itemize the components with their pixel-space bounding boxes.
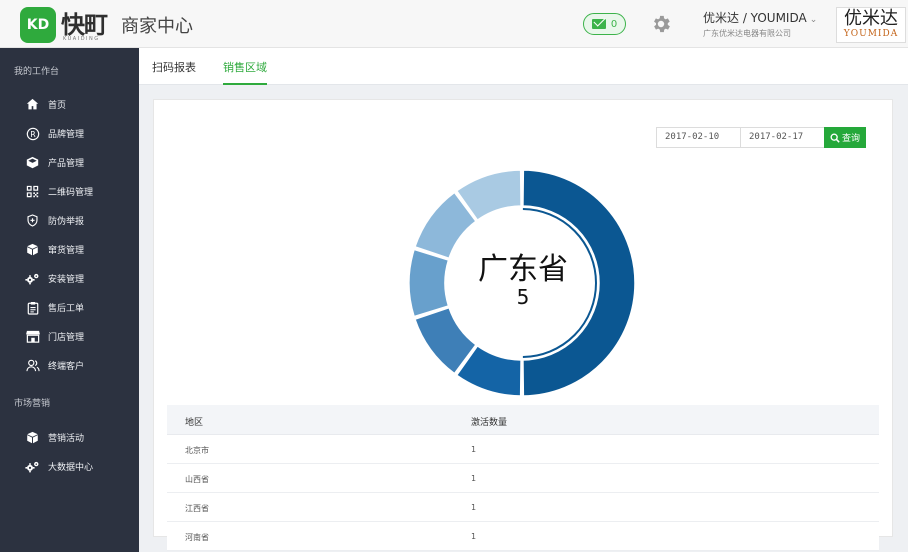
sidebar-item-label: 大数据中心 [48,463,94,473]
sidebar-item-label: 产品管理 [48,159,85,169]
start-date-input[interactable]: 2017-02-10 [656,127,741,148]
query-button[interactable]: 查询 [824,127,866,148]
cube-icon [25,430,40,445]
tab-sales-region[interactable]: 销售区域 [223,59,267,85]
column-header-activations: 激活数量 [471,418,508,428]
cell-activations: 1 [471,445,477,454]
qrcode-icon [25,184,40,199]
sidebar-item-anticounterfeit[interactable]: 防伪举报 [0,207,139,234]
gears-icon [25,459,40,474]
tab-scan-report[interactable]: 扫码报表 [152,59,196,85]
sidebar-item-crossregion[interactable]: 窜货管理 [0,236,139,263]
mail-icon [591,19,606,29]
brand-logo-cn: 优米达 [844,8,898,29]
sidebar-item-label: 防伪举报 [48,217,85,227]
sidebar-item-campaigns[interactable]: 营销活动 [0,424,139,451]
svg-text:R: R [30,129,36,138]
cell-region: 江西省 [185,504,209,513]
sidebar-item-label: 门店管理 [48,333,85,343]
gears-icon [25,271,40,286]
end-date-input[interactable]: 2017-02-17 [740,127,825,148]
app-title: 商家中心 [121,16,193,37]
box-icon [25,155,40,170]
cell-region: 山西省 [185,475,209,484]
sidebar-item-products[interactable]: 产品管理 [0,149,139,176]
table-row: 江西省 1 [167,493,879,522]
table-header: 地区 激活数量 [167,405,879,435]
query-label: 查询 [841,134,860,144]
user-menu[interactable]: 优米达 / YOUMIDA ⌄ [703,9,817,26]
brand-logo-en: YOUMIDA [843,29,899,39]
logo-mark[interactable]: KD [20,7,56,43]
sidebar: 我的工作台 首页 R 品牌管理 产品管理 二维码管理 防伪举报 窜货管理 安装管… [0,48,139,552]
sidebar-item-label: 安装管理 [48,275,85,285]
sidebar-item-customers[interactable]: 终端客户 [0,352,139,379]
store-icon [25,329,40,344]
users-icon [25,358,40,373]
sidebar-item-label: 二维码管理 [48,188,94,198]
registered-icon: R [25,126,40,141]
cell-activations: 1 [471,532,477,541]
logo-wordmark: 快町 [61,11,108,39]
logo-subtitle: KUAIDING [63,36,100,42]
settings-gear-icon[interactable] [650,13,672,35]
cell-activations: 1 [471,503,477,512]
sidebar-section-marketing: 市场营销 [14,399,51,409]
message-count: 0 [610,18,618,30]
sidebar-item-home[interactable]: 首页 [0,91,139,118]
brand-logo: 优米达 YOUMIDA [836,7,906,43]
cube-icon [25,242,40,257]
sidebar-item-brand[interactable]: R 品牌管理 [0,120,139,147]
sidebar-item-label: 窜货管理 [48,246,85,256]
chevron-down-icon: ⌄ [809,15,818,25]
sidebar-item-label: 首页 [48,101,67,111]
table-row: 北京市 1 [167,435,879,464]
tab-bar: 扫码报表 销售区域 [139,48,908,85]
sidebar-item-bigdata[interactable]: 大数据中心 [0,453,139,480]
sidebar-section-workbench: 我的工作台 [14,67,60,77]
clipboard-icon [25,300,40,315]
column-header-region: 地区 [185,418,204,428]
sidebar-item-label: 品牌管理 [48,130,85,140]
home-icon [25,97,40,112]
top-header: KD 快町 KUAIDING 商家中心 0 优米达 / YOUMIDA ⌄ 广东优… [0,0,908,48]
sidebar-item-label: 终端客户 [48,362,85,372]
cell-region: 河南省 [185,533,209,542]
user-name: 优米达 / YOUMIDA [703,11,807,25]
sidebar-item-installation[interactable]: 安装管理 [0,265,139,292]
search-icon [830,133,840,143]
user-company: 广东优米达电器有限公司 [703,29,791,38]
donut-center-value: 5 [516,285,530,309]
table-row: 河南省 1 [167,522,879,551]
sidebar-item-label: 营销活动 [48,434,85,444]
sidebar-item-qrcode[interactable]: 二维码管理 [0,178,139,205]
sidebar-item-stores[interactable]: 门店管理 [0,323,139,350]
donut-segment[interactable] [408,248,450,318]
table-row: 山西省 1 [167,464,879,493]
shield-icon [25,213,40,228]
sidebar-item-aftersales[interactable]: 售后工单 [0,294,139,321]
cell-region: 北京市 [185,446,209,455]
messages-button[interactable]: 0 [583,13,626,35]
cell-activations: 1 [471,474,477,483]
sidebar-item-label: 售后工单 [48,304,85,314]
donut-center-label: 广东省 [478,252,568,287]
